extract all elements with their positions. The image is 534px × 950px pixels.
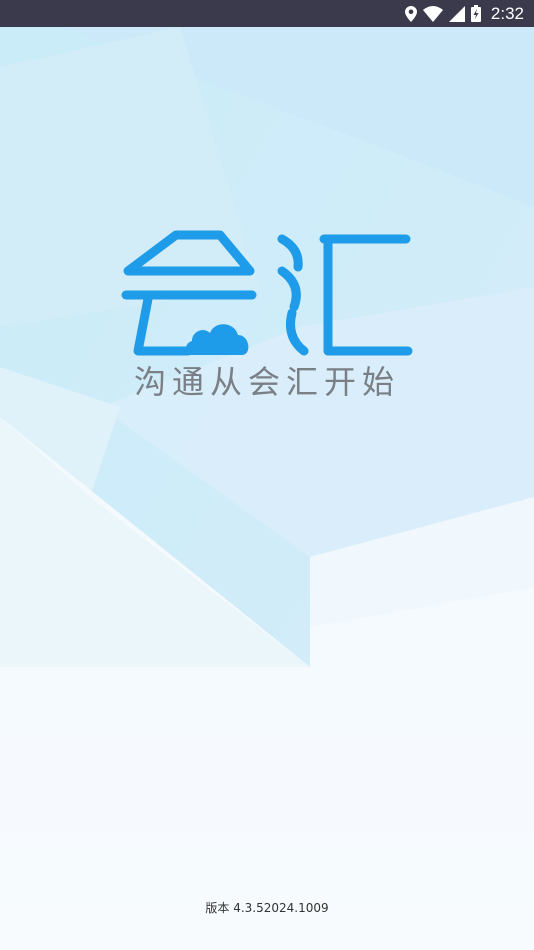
status-bar: 2:32 <box>0 0 534 27</box>
app-logo <box>121 230 413 356</box>
splash-screen: 沟通从会汇开始 版本 4.3.52024.1009 <box>0 27 534 950</box>
version-label: 版本 4.3.52024.1009 <box>205 901 329 915</box>
battery-charging-icon <box>470 5 481 22</box>
background-graphic <box>0 27 534 950</box>
slogan-text: 沟通从会汇开始 <box>133 363 400 401</box>
cell-signal-icon <box>448 5 465 22</box>
cloud-icon <box>185 324 249 355</box>
logo-hui-collect-glyph <box>277 234 413 356</box>
wifi-icon <box>422 5 443 22</box>
location-icon <box>404 5 417 22</box>
status-time: 2:32 <box>490 3 524 23</box>
